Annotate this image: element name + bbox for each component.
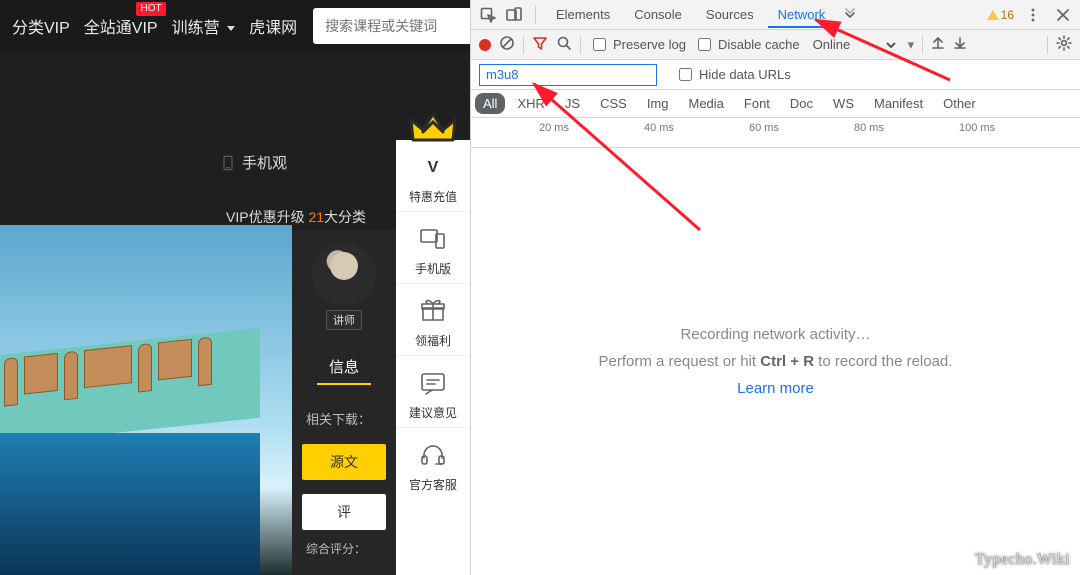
type-css[interactable]: CSS	[592, 93, 635, 114]
type-other[interactable]: Other	[935, 93, 984, 114]
type-media[interactable]: Media	[680, 93, 731, 114]
tab-elements[interactable]: Elements	[546, 1, 620, 28]
promo-post: 大分类	[324, 209, 366, 225]
settings-icon[interactable]	[1056, 35, 1072, 54]
network-empty-state: Recording network activity… Perform a re…	[471, 148, 1080, 575]
headset-icon	[416, 438, 450, 472]
nav-site-vip-label: 全站通VIP	[84, 20, 158, 37]
webpage-area: 分类VIP 全站通VIP HOT 训练营 虎课网 手机观 VIP优惠升级 21大…	[0, 0, 470, 575]
nav-site-name[interactable]: 虎课网	[245, 12, 301, 40]
sidebar-label: 手机版	[415, 260, 451, 277]
sidebar-label: 特惠充值	[409, 188, 457, 205]
nav-training[interactable]: 训练营	[168, 12, 239, 40]
network-toolbar: Preserve log Disable cache Online ▾	[471, 30, 1080, 60]
sidebar-item-mobile[interactable]: 手机版	[396, 212, 470, 284]
learn-more-link[interactable]: Learn more	[737, 380, 814, 397]
network-timeline[interactable]: 20 ms 40 ms 60 ms 80 ms 100 ms	[471, 118, 1080, 148]
hide-data-urls-label: Hide data URLs	[699, 67, 791, 82]
download-source-button[interactable]: 源文	[302, 444, 386, 480]
crown-icon	[407, 108, 459, 155]
preserve-log-label: Preserve log	[613, 37, 686, 52]
disable-cache-checkbox[interactable]: Disable cache	[694, 35, 800, 54]
sidebar-item-bonus[interactable]: 领福利	[396, 284, 470, 356]
nav-site-vip[interactable]: 全站通VIP HOT	[80, 12, 162, 40]
type-all[interactable]: All	[475, 93, 505, 114]
related-download-label: 相关下载：	[292, 409, 396, 428]
tab-console[interactable]: Console	[624, 1, 692, 28]
devtools-tabbar: Elements Console Sources Network 16	[471, 0, 1080, 30]
clear-icon[interactable]	[499, 35, 515, 54]
devices-icon	[416, 222, 450, 256]
top-nav: 分类VIP 全站通VIP HOT 训练营 虎课网	[0, 0, 470, 52]
nav-category-vip[interactable]: 分类VIP	[8, 12, 74, 40]
more-tabs-icon[interactable]	[839, 4, 861, 26]
record-button[interactable]	[479, 39, 491, 51]
filter-icon[interactable]	[532, 35, 548, 54]
teacher-tag: 讲师	[326, 310, 362, 330]
inspect-element-icon[interactable]	[477, 4, 499, 26]
import-har-icon[interactable]	[931, 36, 945, 53]
devtools-panel: Elements Console Sources Network 16	[470, 0, 1080, 575]
nav-training-label: 训练营	[172, 20, 220, 37]
overall-score-label: 综合评分：	[292, 540, 396, 557]
empty-line1: Recording network activity…	[680, 326, 870, 343]
sidebar-label: 官方客服	[409, 476, 457, 493]
search-input[interactable]	[323, 17, 470, 35]
type-manifest[interactable]: Manifest	[866, 93, 931, 114]
teacher-avatar[interactable]	[312, 242, 376, 306]
tick: 60 ms	[749, 122, 779, 134]
chevron-down-icon	[227, 26, 235, 31]
close-devtools-icon[interactable]	[1052, 4, 1074, 26]
type-js[interactable]: JS	[557, 93, 588, 114]
tab-sources[interactable]: Sources	[696, 1, 764, 28]
tick: 20 ms	[539, 122, 569, 134]
sidebar-item-support[interactable]: 官方客服	[396, 428, 470, 499]
phone-icon	[220, 155, 236, 171]
empty-hotkey: Ctrl + R	[760, 353, 814, 370]
tab-network[interactable]: Network	[768, 1, 836, 28]
empty-line2: Perform a request or hit Ctrl + R to rec…	[599, 353, 953, 370]
watermark: Typecho.Wiki	[975, 551, 1070, 569]
hot-badge: HOT	[136, 2, 165, 16]
export-har-icon[interactable]	[953, 36, 967, 53]
network-filter-input[interactable]	[479, 64, 657, 86]
type-ws[interactable]: WS	[825, 93, 862, 114]
sidebar-item-feedback[interactable]: 建议意见	[396, 356, 470, 428]
devtools-menu-icon[interactable]	[1022, 4, 1044, 26]
type-img[interactable]: Img	[639, 93, 677, 114]
warnings-count: 16	[1001, 8, 1014, 22]
tick: 100 ms	[959, 122, 995, 134]
preserve-log-checkbox[interactable]: Preserve log	[589, 35, 686, 54]
type-xhr[interactable]: XHR	[509, 93, 552, 114]
promo-pre: VIP优惠升级	[226, 209, 308, 225]
warnings-badge[interactable]: 16	[987, 8, 1014, 22]
sidebar-label: 领福利	[415, 332, 451, 349]
mobile-watch-label: 手机观	[242, 152, 287, 173]
review-button[interactable]: 评	[302, 494, 386, 530]
tick: 80 ms	[854, 122, 884, 134]
network-type-filters: All XHR JS CSS Img Media Font Doc WS Man…	[471, 90, 1080, 118]
vip-icon: V	[416, 150, 450, 184]
empty-post: to record the reload.	[814, 353, 952, 370]
promo-number: 21	[308, 209, 324, 225]
site-search[interactable]	[313, 8, 470, 44]
course-detail-column: 讲师 信息 相关下载： 源文 评 综合评分：	[292, 230, 396, 575]
hide-data-urls-checkbox[interactable]: Hide data URLs	[675, 65, 791, 84]
floating-sidebar: V 特惠充值 手机版 领福利 建议意见 官方客服	[396, 140, 470, 575]
feedback-icon	[416, 366, 450, 400]
tab-info[interactable]: 信息	[317, 356, 371, 385]
tick: 40 ms	[644, 122, 674, 134]
device-toolbar-icon[interactable]	[503, 4, 525, 26]
sidebar-label: 建议意见	[409, 404, 457, 421]
gift-icon	[416, 294, 450, 328]
network-filter-row: Hide data URLs	[471, 60, 1080, 90]
hero-image	[0, 225, 292, 575]
type-doc[interactable]: Doc	[782, 93, 821, 114]
type-font[interactable]: Font	[736, 93, 778, 114]
svg-text:V: V	[428, 159, 439, 176]
empty-pre: Perform a request or hit	[599, 353, 761, 370]
search-network-icon[interactable]	[556, 35, 572, 54]
disable-cache-label: Disable cache	[718, 37, 800, 52]
throttling-select[interactable]: Online	[808, 35, 900, 55]
